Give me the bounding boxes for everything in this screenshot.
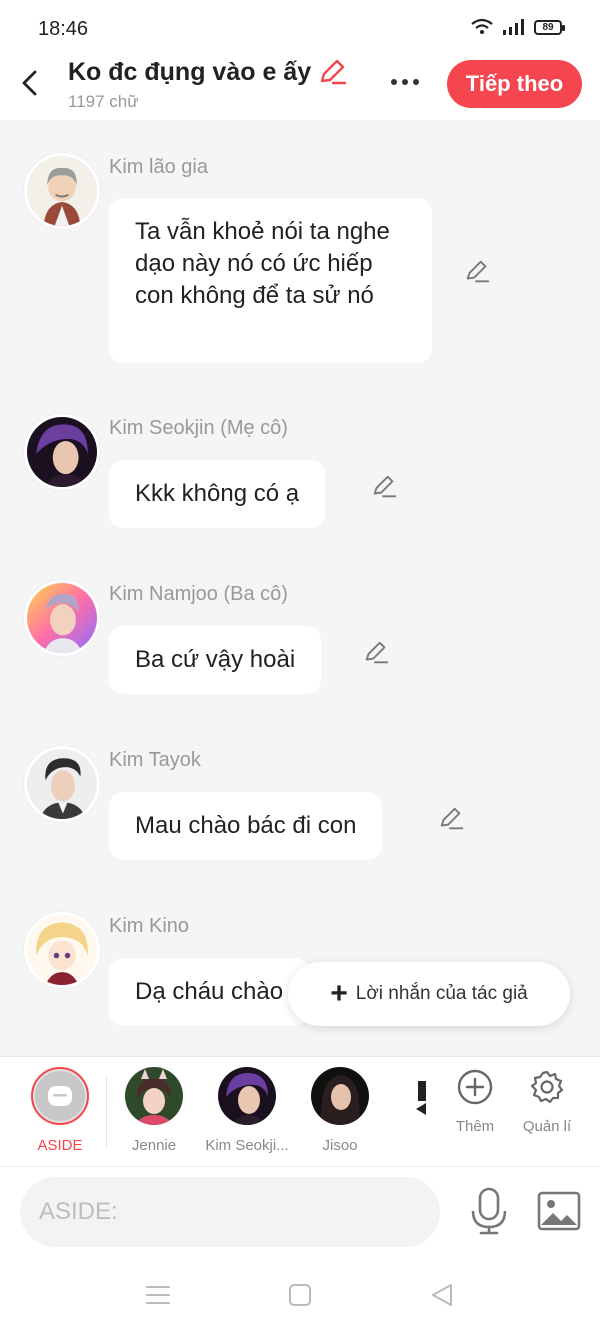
aside-icon <box>48 1086 72 1106</box>
avatar[interactable] <box>24 746 100 822</box>
aside-selector[interactable]: ASIDE <box>15 1067 105 1154</box>
word-count: 1197 chữ <box>68 92 139 111</box>
author-note-button[interactable]: + Lời nhắn của tác giả <box>288 962 570 1026</box>
home-square-icon[interactable] <box>287 1282 313 1308</box>
manage-button[interactable]: Quản lí <box>512 1069 582 1135</box>
character-name: Jennie <box>131 1137 177 1154</box>
menu-icon[interactable] <box>145 1282 171 1308</box>
page-title: Ko đc đụng vào e ấy <box>68 57 312 86</box>
back-triangle-icon[interactable] <box>429 1282 455 1308</box>
message-bubble[interactable]: Ta vẫn khoẻ nói ta nghe dạo này nó có ức… <box>109 198 432 363</box>
edit-pencil-icon[interactable] <box>437 805 465 833</box>
edit-pencil-icon[interactable] <box>463 258 491 286</box>
input-bar <box>0 1166 600 1256</box>
add-character-button[interactable]: Thêm <box>440 1069 510 1135</box>
message-bubble[interactable]: Kkk không có ạ <box>109 460 326 528</box>
battery-level: 89 <box>542 21 554 33</box>
avatar <box>218 1067 276 1125</box>
character-tray: ASIDE Jennie Kim Seokji... Jisoo Thêm Qu… <box>0 1056 600 1166</box>
more-label: Thêm <box>455 1118 495 1135</box>
system-nav-bar <box>0 1256 600 1333</box>
avatar[interactable] <box>24 580 100 656</box>
avatar[interactable] <box>24 912 100 988</box>
avatar[interactable] <box>24 414 100 490</box>
header: Ko đc đụng vào e ấy 1197 chữ Tiếp theo <box>0 55 600 120</box>
message-bubble[interactable]: Dạ cháu chào <box>109 958 310 1026</box>
pencil-icon[interactable] <box>317 57 347 87</box>
avatar <box>125 1067 183 1125</box>
sender-name: Kim Namjoo (Ba cô) <box>109 583 288 605</box>
title-block: Ko đc đụng vào e ấy 1197 chữ <box>68 57 347 112</box>
sender-name: Kim Tayok <box>109 749 201 771</box>
tray-divider <box>106 1077 107 1147</box>
microphone-icon[interactable] <box>468 1187 510 1235</box>
plus-icon: + <box>330 977 348 1010</box>
partial-character[interactable] <box>412 1075 426 1117</box>
message-bubble[interactable]: Ba cứ vậy hoài <box>109 626 322 694</box>
back-button[interactable] <box>14 65 44 101</box>
sender-name: Kim Kino <box>109 915 190 937</box>
gear-icon <box>530 1070 564 1104</box>
character-name: Kim Seokji... <box>205 1137 289 1154</box>
aside-label: ASIDE <box>37 1137 83 1154</box>
status-time: 18:46 <box>38 18 89 40</box>
signal-icon <box>503 19 524 35</box>
edit-pencil-icon[interactable] <box>362 639 390 667</box>
more-dots-icon[interactable] <box>385 67 425 97</box>
author-note-label: Lời nhắn của tác giả <box>355 983 528 1004</box>
character-name: Jisoo <box>322 1137 358 1154</box>
battery-icon: 89 <box>534 19 565 35</box>
sender-name: Kim lão gia <box>109 156 208 178</box>
manage-label: Quản lí <box>522 1118 572 1135</box>
sender-name: Kim Seokjin (Mẹ cô) <box>109 417 288 439</box>
next-button[interactable]: Tiếp theo <box>447 60 582 108</box>
message-input[interactable] <box>20 1177 440 1247</box>
character-jisoo[interactable]: Jisoo <box>295 1067 385 1154</box>
plus-circle-icon <box>457 1069 493 1105</box>
aside-circle <box>31 1067 89 1125</box>
edit-pencil-icon[interactable] <box>370 473 398 501</box>
avatar <box>311 1067 369 1125</box>
status-bar: 18:46 89 <box>0 0 600 55</box>
message-bubble[interactable]: Mau chào bác đi con <box>109 792 383 860</box>
character-kim-seokjin[interactable]: Kim Seokji... <box>202 1067 292 1154</box>
back-arrow-icon <box>22 70 37 96</box>
status-icons: 89 <box>470 18 565 36</box>
image-icon[interactable] <box>537 1191 581 1231</box>
avatar[interactable] <box>24 153 100 229</box>
wifi-icon <box>471 18 493 34</box>
character-jennie[interactable]: Jennie <box>109 1067 199 1154</box>
